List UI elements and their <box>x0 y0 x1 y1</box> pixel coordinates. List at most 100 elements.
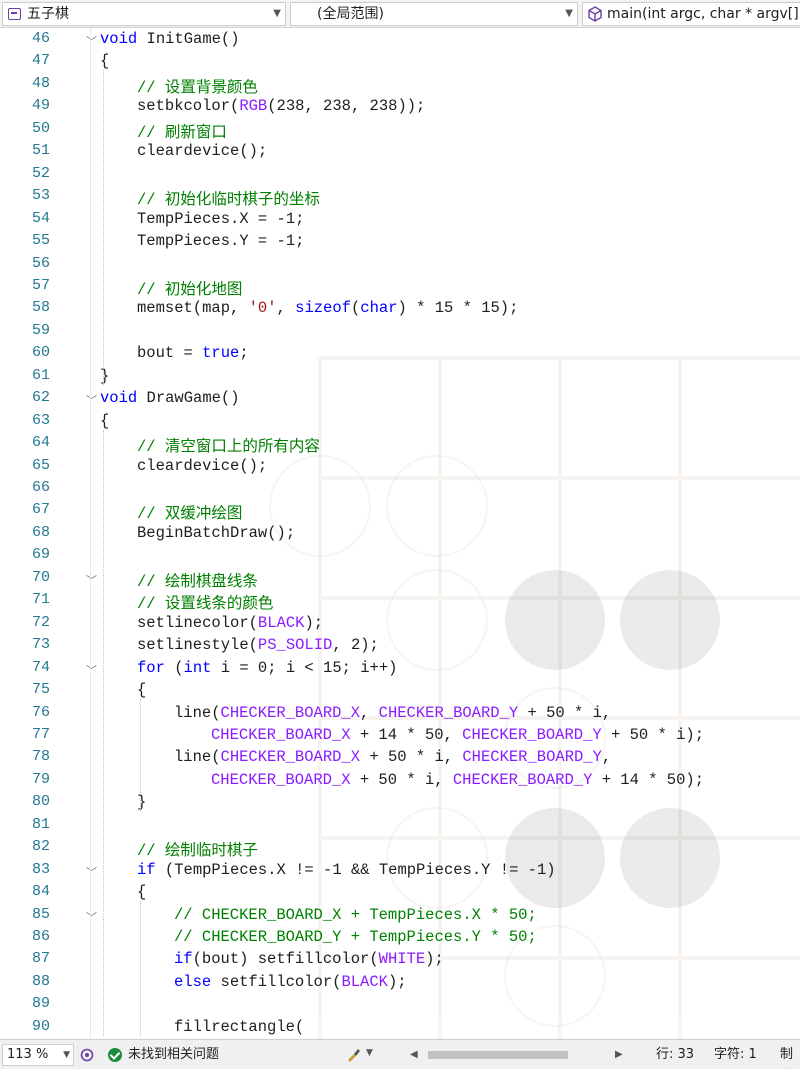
code-line[interactable]: // 设置背景颜色 <box>137 75 258 97</box>
scroll-left-arrow-icon[interactable]: ◀ <box>410 1048 418 1062</box>
code-line[interactable]: CHECKER_BOARD_X + 50 * i, CHECKER_BOARD_… <box>211 771 704 789</box>
code-line[interactable]: fillrectangle( <box>174 1018 304 1036</box>
gomoku-board-watermark <box>269 356 800 1039</box>
code-comment: // 刷新窗口 <box>137 123 227 142</box>
scope-dropdown[interactable]: (全局范围) ▼ <box>290 2 578 26</box>
code-line[interactable]: setlinestyle(PS_SOLID, 2); <box>137 636 379 654</box>
line-number: 46 <box>31 30 50 47</box>
fold-chevron-icon[interactable]: ﹀ <box>86 33 97 49</box>
indent-guide <box>140 699 141 812</box>
project-dropdown-label: 五子棋 <box>27 6 69 22</box>
code-line[interactable]: // 绘制临时棋子 <box>137 838 258 860</box>
code-token: CHECKER_BOARD_Y <box>462 725 602 744</box>
fold-chevron-icon[interactable]: ﹀ <box>86 662 97 678</box>
project-icon <box>8 8 21 20</box>
code-line[interactable]: setlinecolor(BLACK); <box>137 614 323 632</box>
line-number: 51 <box>31 142 50 160</box>
issues-indicator[interactable]: 未找到相关问题 <box>108 1044 220 1066</box>
code-line[interactable]: line(CHECKER_BOARD_X, CHECKER_BOARD_Y + … <box>174 704 611 722</box>
code-line[interactable]: // 设置线条的颜色 <box>137 591 273 613</box>
code-token: BeginBatchDraw(); <box>137 523 296 542</box>
code-line[interactable]: // CHECKER_BOARD_Y + TempPieces.Y * 50; <box>174 928 537 946</box>
code-token: WHITE <box>378 950 426 969</box>
chevron-down-icon[interactable]: ▼ <box>366 1048 373 1058</box>
code-line[interactable]: bout = true; <box>137 344 249 362</box>
code-line[interactable]: { <box>137 883 146 901</box>
code-line[interactable]: setbkcolor(RGB(238, 238, 238)); <box>137 97 425 115</box>
code-line[interactable]: TempPieces.Y = -1; <box>137 232 304 250</box>
code-comment: // 清空窗口上的所有内容 <box>137 438 320 457</box>
code-line[interactable]: // 初始化临时棋子的坐标 <box>137 187 320 209</box>
code-line[interactable]: { <box>137 681 146 699</box>
code-line[interactable]: for (int i = 0; i < 15; i++) <box>137 659 397 677</box>
code-line[interactable]: if (TempPieces.X != -1 && TempPieces.Y !… <box>137 861 556 879</box>
code-line[interactable]: } <box>100 367 109 385</box>
code-comment: // 初始化地图 <box>137 280 243 299</box>
code-token: ); <box>387 972 407 991</box>
code-line[interactable]: // 初始化地图 <box>137 277 242 299</box>
code-line[interactable]: // 双缓冲绘图 <box>137 501 242 523</box>
line-number: 72 <box>31 613 50 631</box>
code-token: ; <box>239 344 249 363</box>
fold-chevron-icon[interactable]: ﹀ <box>86 909 97 925</box>
line-number: 48 <box>31 74 50 92</box>
line-number: 80 <box>31 793 50 811</box>
fold-chevron-icon[interactable]: ﹀ <box>86 392 97 408</box>
code-editor[interactable]: 46 ﹀ void InitGame() 47{48// 设置背景颜色 49 setbkc… <box>0 28 800 1039</box>
code-line[interactable]: memset(map, '0', sizeof(char) * 15 * 15)… <box>137 299 518 317</box>
code-line[interactable]: BeginBatchDraw(); <box>137 524 295 542</box>
code-line[interactable]: { <box>100 52 109 70</box>
line-number: 47 <box>31 52 50 70</box>
code-line[interactable]: // 刷新窗口 <box>137 120 227 142</box>
char-indicator[interactable]: 字符: 1 <box>714 1044 757 1066</box>
code-line[interactable]: line(CHECKER_BOARD_X + 50 * i, CHECKER_B… <box>174 748 611 766</box>
code-line[interactable]: CHECKER_BOARD_X + 14 * 50, CHECKER_BOARD… <box>211 726 704 744</box>
code-token: CHECKER_BOARD_X <box>220 703 361 722</box>
code-token: bout = <box>137 344 203 363</box>
code-token: + 50 * i, <box>518 703 612 722</box>
horizontal-scrollbar[interactable]: ◀ ▶ <box>410 1048 625 1062</box>
code-line[interactable]: if(bout) setfillcolor(WHITE); <box>174 950 444 968</box>
code-line[interactable]: { <box>100 412 109 430</box>
code-token: setlinestyle( <box>137 636 258 655</box>
fold-chevron-icon[interactable]: ﹀ <box>86 572 97 588</box>
line-number: 61 <box>31 366 50 384</box>
code-line[interactable]: void DrawGame() <box>100 389 240 407</box>
line-number: 88 <box>31 972 50 990</box>
line-number: 49 <box>31 97 50 115</box>
scroll-right-arrow-icon[interactable]: ▶ <box>615 1048 623 1062</box>
line-number: 63 <box>31 411 50 429</box>
code-line[interactable]: cleardevice(); <box>137 457 267 475</box>
fold-chevron-icon[interactable]: ﹀ <box>86 864 97 880</box>
code-line[interactable]: else setfillcolor(BLACK); <box>174 973 407 991</box>
code-token: char <box>360 299 398 318</box>
code-line[interactable]: // 清空窗口上的所有内容 <box>137 434 320 456</box>
code-token: CHECKER_BOARD_X <box>211 770 351 789</box>
code-comment: // 绘制棋盘线条 <box>137 572 258 591</box>
code-comment: // CHECKER_BOARD_X + TempPieces.X * 50; <box>174 905 537 924</box>
code-line[interactable]: // 绘制棋盘线条 <box>137 569 258 591</box>
code-token: + 14 * 50, <box>350 725 463 744</box>
zoom-dropdown[interactable]: 113 % ▼ <box>2 1044 74 1066</box>
code-line[interactable]: // CHECKER_BOARD_X + TempPieces.X * 50; <box>174 906 537 924</box>
code-comment: // 双缓冲绘图 <box>137 505 243 524</box>
issues-text: 未找到相关问题 <box>128 1047 220 1062</box>
line-number: 50 <box>31 119 50 137</box>
project-dropdown[interactable]: 五子棋 ▼ <box>2 2 286 26</box>
code-line[interactable]: TempPieces.X = -1; <box>137 210 304 228</box>
line-number: 77 <box>31 725 50 743</box>
scroll-thumb[interactable] <box>428 1051 568 1059</box>
line-number: 54 <box>31 209 50 227</box>
code-line[interactable]: void InitGame() <box>100 30 240 48</box>
brush-icon[interactable] <box>345 1047 361 1063</box>
member-dropdown[interactable]: main(int argc, char * argv[] <box>582 2 800 26</box>
code-line[interactable]: } <box>137 793 146 811</box>
code-token: setfillcolor( <box>211 972 342 991</box>
line-number: 52 <box>31 164 50 182</box>
code-line[interactable]: cleardevice(); <box>137 142 267 160</box>
line-indicator[interactable]: 行: 33 <box>656 1044 694 1066</box>
git-icon[interactable] <box>80 1048 94 1062</box>
chevron-down-icon: ▼ <box>63 1050 70 1060</box>
code-token: { <box>100 52 110 71</box>
tab-indicator[interactable]: 制表 <box>780 1044 800 1069</box>
